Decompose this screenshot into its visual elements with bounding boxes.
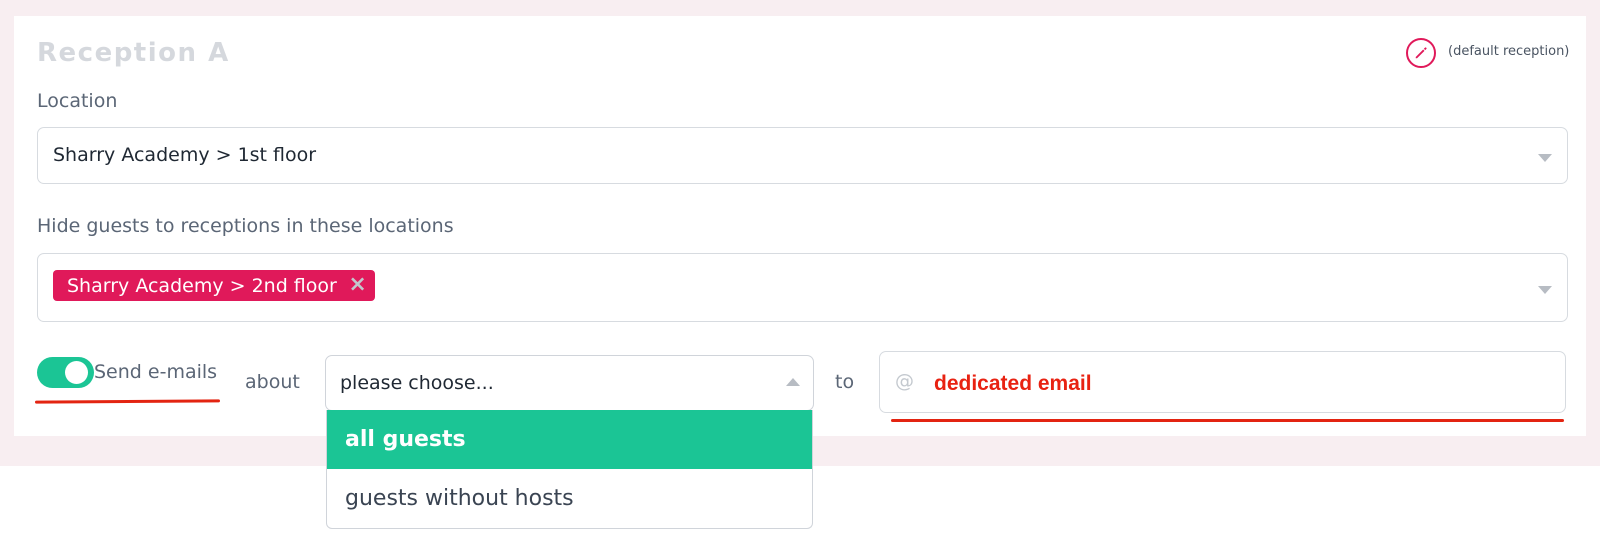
email-value: dedicated email — [934, 372, 1092, 395]
email-input-field[interactable]: @ dedicated email — [879, 351, 1566, 413]
remove-tag-icon[interactable]: × — [348, 274, 366, 296]
recipients-select[interactable]: please choose... — [325, 355, 814, 411]
chevron-up-icon — [786, 378, 800, 386]
annotation-underline — [891, 419, 1564, 422]
to-label: to — [835, 371, 855, 393]
send-emails-toggle[interactable] — [37, 357, 94, 388]
location-tag-label: Sharry Academy > 2nd floor — [67, 274, 337, 297]
at-icon: @ — [895, 370, 914, 392]
edit-reception-button[interactable] — [1406, 38, 1436, 68]
send-emails-label: Send e-mails — [94, 361, 218, 383]
about-label: about — [245, 371, 300, 393]
hide-guests-label: Hide guests to receptions in these locat… — [37, 215, 454, 237]
dropdown-option-all-guests[interactable]: all guests — [327, 410, 812, 469]
chevron-down-icon — [1538, 154, 1552, 162]
pencil-icon — [1415, 47, 1427, 59]
location-tag: Sharry Academy > 2nd floor × — [53, 270, 375, 301]
hide-locations-multiselect[interactable]: Sharry Academy > 2nd floor × — [37, 253, 1568, 322]
recipients-select-value: please choose... — [340, 372, 494, 394]
location-label: Location — [37, 90, 118, 112]
dropdown-option-guests-without-hosts[interactable]: guests without hosts — [327, 469, 812, 528]
location-select[interactable]: Sharry Academy > 1st floor — [37, 127, 1568, 184]
chevron-down-icon — [1538, 286, 1552, 294]
toggle-knob — [65, 361, 88, 384]
reception-title: Reception A — [37, 38, 230, 68]
location-select-value: Sharry Academy > 1st floor — [53, 144, 317, 166]
recipients-dropdown: all guests guests without hosts — [326, 410, 813, 529]
default-reception-note: (default reception) — [1448, 44, 1570, 59]
